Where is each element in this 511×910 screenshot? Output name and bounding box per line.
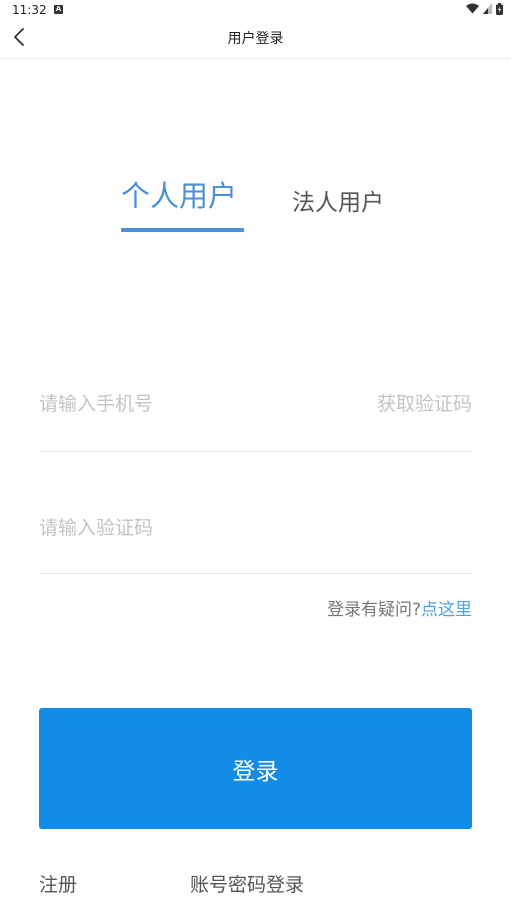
register-link[interactable]: 注册 bbox=[39, 871, 77, 899]
password-login-link[interactable]: 账号密码登录 bbox=[190, 871, 304, 899]
code-field-row bbox=[39, 484, 472, 574]
status-time: 11:32 bbox=[12, 3, 47, 17]
login-help-link[interactable]: 点这里 bbox=[421, 600, 472, 620]
back-button[interactable] bbox=[8, 28, 30, 50]
page-title: 用户登录 bbox=[227, 31, 284, 47]
phone-field-row: 获取验证码 bbox=[39, 360, 472, 452]
battery-icon bbox=[496, 2, 503, 18]
login-button[interactable]: 登录 bbox=[39, 708, 472, 829]
wifi-icon bbox=[466, 3, 479, 17]
phone-input[interactable] bbox=[39, 375, 339, 433]
user-type-tabs: 个人用户 法人用户 bbox=[0, 170, 511, 240]
chevron-left-icon bbox=[13, 28, 25, 50]
tab-personal-user[interactable]: 个人用户 bbox=[121, 176, 237, 216]
get-code-button[interactable]: 获取验证码 bbox=[377, 375, 472, 433]
signal-icon bbox=[483, 3, 492, 17]
tab-corporate-user[interactable]: 法人用户 bbox=[292, 186, 384, 220]
active-tab-indicator bbox=[121, 228, 244, 232]
nav-bar: 用户登录 bbox=[0, 20, 511, 59]
status-icons bbox=[466, 2, 503, 18]
verification-code-input[interactable] bbox=[39, 499, 339, 557]
login-help: 登录有疑问?点这里 bbox=[327, 598, 472, 622]
a-notification-icon: A bbox=[54, 5, 63, 14]
login-help-text: 登录有疑问? bbox=[326, 600, 421, 620]
status-bar: 11:32 A bbox=[0, 0, 511, 20]
